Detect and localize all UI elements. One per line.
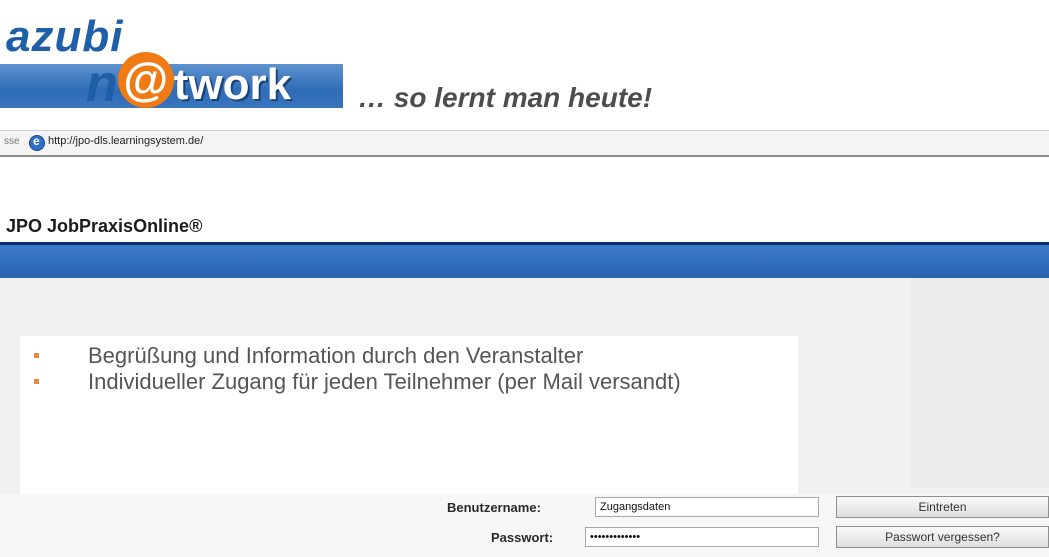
address-url[interactable]: http://jpo-dls.learningsystem.de/ bbox=[48, 135, 203, 147]
logo-letter-n: n bbox=[86, 55, 118, 113]
page-title: JPO JobPraxisOnline® bbox=[6, 216, 203, 236]
bullet-text: Individueller Zugang für jeden Teilnehme… bbox=[88, 369, 681, 394]
slogan: … so lernt man heute! bbox=[358, 82, 653, 113]
password-field[interactable] bbox=[585, 527, 819, 547]
browser-page-icon bbox=[29, 134, 45, 151]
azubi-network-logo: azubi n @ twork bbox=[0, 8, 343, 110]
login-form: Benutzername: Eintreten Passwort: Passwo… bbox=[0, 494, 1049, 557]
bullet-text: Begrüßung und Information durch den Vera… bbox=[88, 343, 584, 368]
username-label: Benutzername: bbox=[447, 500, 541, 515]
logo-network: n @ twork bbox=[86, 46, 291, 110]
address-bar[interactable]: sse http://jpo-dls.learningsystem.de/ bbox=[0, 130, 1049, 157]
bullet-list: Begrüßung und Information durch den Vera… bbox=[20, 344, 790, 396]
right-column bbox=[910, 278, 1049, 488]
info-panel: Begrüßung und Information durch den Vera… bbox=[20, 336, 798, 494]
bullet-item: Begrüßung und Information durch den Vera… bbox=[20, 344, 790, 368]
bullet-marker-icon bbox=[34, 353, 39, 358]
logo-text-work: twork bbox=[173, 60, 292, 109]
header-band bbox=[0, 245, 1049, 278]
password-label: Passwort: bbox=[491, 530, 554, 545]
bullet-item: Individueller Zugang für jeden Teilnehme… bbox=[20, 370, 790, 394]
username-field[interactable] bbox=[595, 497, 819, 517]
forgot-password-button[interactable]: Passwort vergessen? bbox=[836, 526, 1049, 548]
enter-button[interactable]: Eintreten bbox=[836, 496, 1049, 518]
bullet-marker-icon bbox=[34, 379, 39, 384]
address-label: sse bbox=[4, 136, 20, 147]
logo-at-icon: @ bbox=[117, 52, 174, 108]
